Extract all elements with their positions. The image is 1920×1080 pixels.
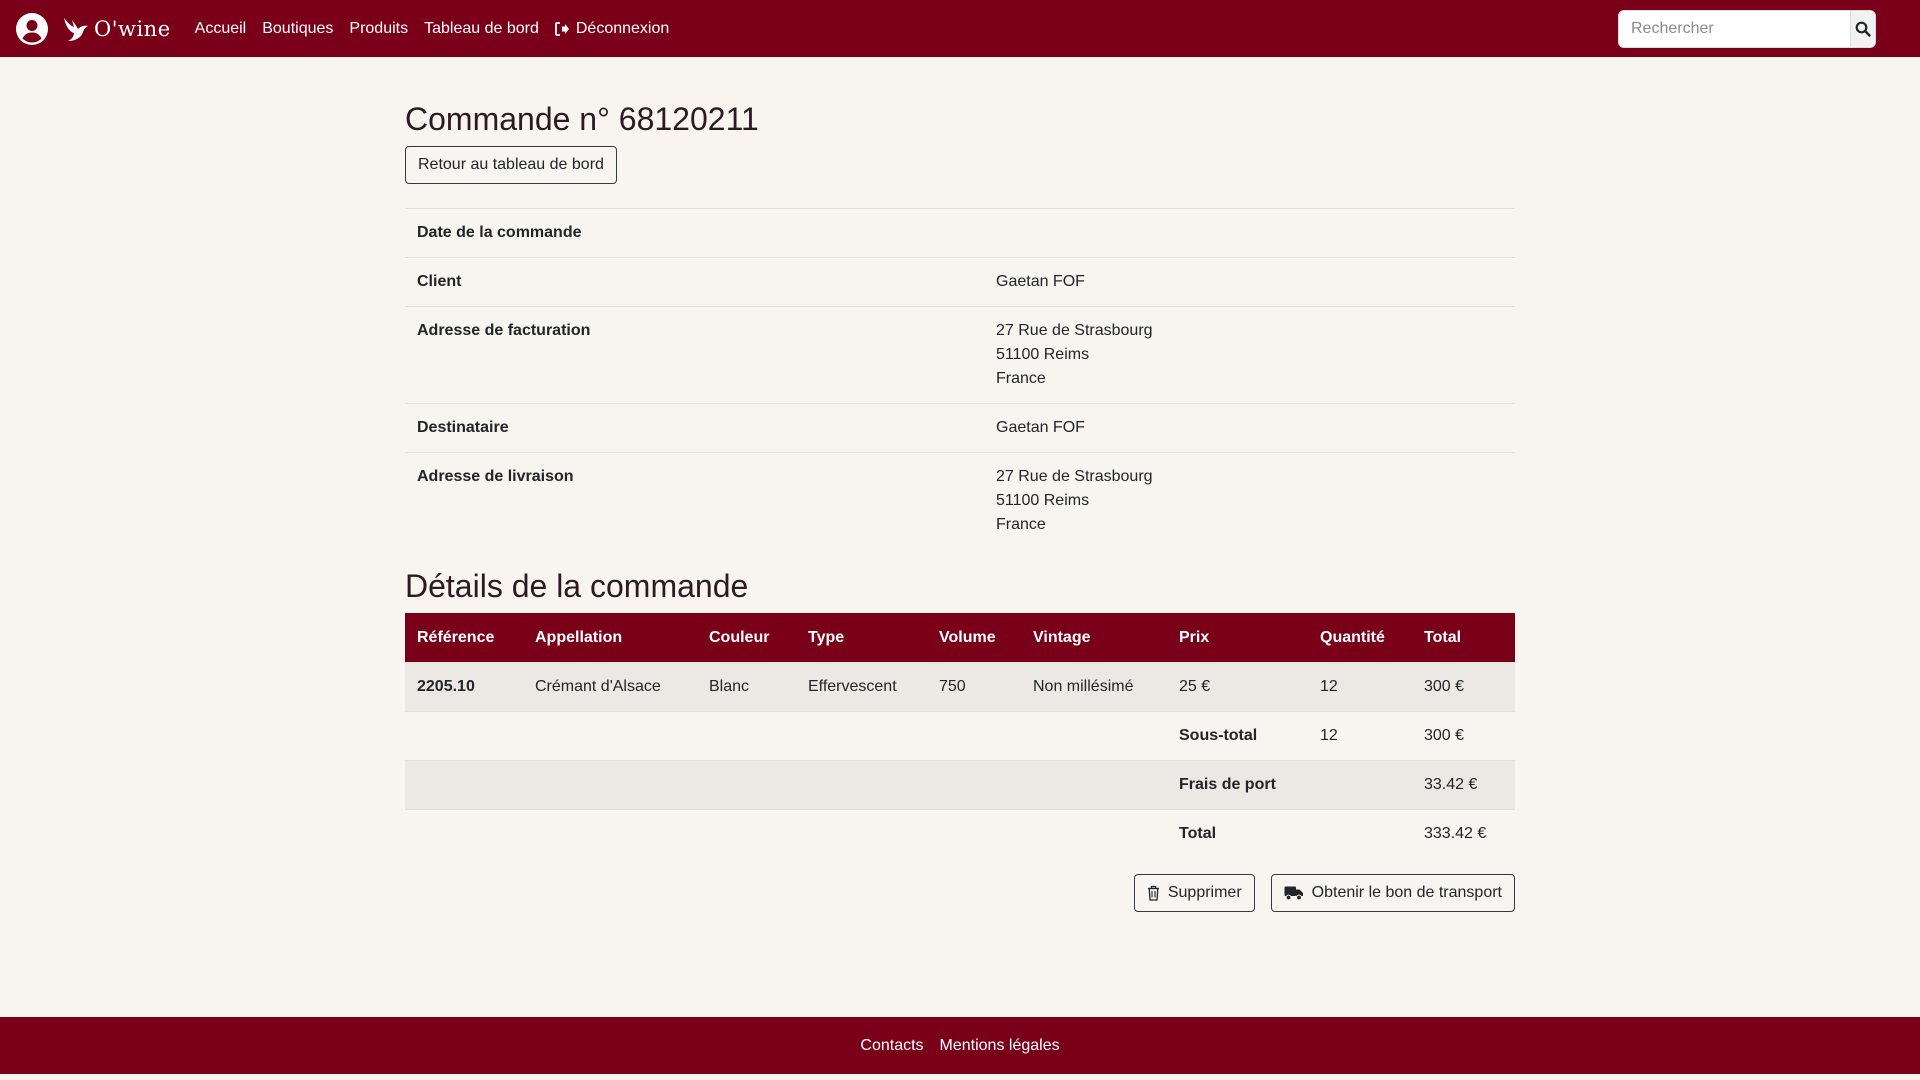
info-value: 27 Rue de Strasbourg 51100 Reims France xyxy=(984,306,1515,404)
info-row-recipient: Destinataire Gaetan FOF xyxy=(405,403,1515,453)
info-label: Adresse de facturation xyxy=(405,306,984,404)
info-row-client: Client Gaetan FOF xyxy=(405,257,1515,307)
subtotal-quantity: 12 xyxy=(1308,710,1412,761)
details-title: Détails de la commande xyxy=(405,568,749,604)
info-label: Date de la commande xyxy=(405,208,984,258)
column-header: Couleur xyxy=(697,613,796,663)
info-value-line: France xyxy=(996,370,1046,387)
cell-appellation: Crémant d'Alsace xyxy=(523,661,697,712)
nav-link-deconnexion-label: Déconnexion xyxy=(575,19,670,37)
shipping-label: Frais de port xyxy=(1167,759,1308,810)
trash-icon xyxy=(1147,886,1159,902)
footer-link-contacts[interactable]: Contacts xyxy=(860,1037,923,1055)
empty-cell xyxy=(1308,759,1412,810)
footer-link-mentions-legales[interactable]: Mentions légales xyxy=(940,1037,1060,1055)
column-header: Type xyxy=(796,613,927,663)
footer: Contacts Mentions légales xyxy=(0,1017,1920,1074)
page-title: Commande n° 68120211 xyxy=(405,101,759,137)
search-icon xyxy=(1855,21,1871,37)
info-value-line: Gaetan FOF xyxy=(996,273,1085,290)
subtotal-label: Sous-total xyxy=(1167,710,1308,761)
transport-slip-button[interactable]: Obtenir le bon de transport xyxy=(1270,874,1515,913)
column-header: Volume xyxy=(927,613,1021,663)
top-navbar: O'wine Accueil Boutiques Produits Tablea… xyxy=(0,0,1920,57)
cell-type: Effervescent xyxy=(796,661,927,712)
info-value-line: Gaetan FOF xyxy=(996,419,1085,436)
subtotal-row: Sous-total 12 300 € xyxy=(405,710,1515,761)
info-label: Adresse de livraison xyxy=(405,452,984,549)
grand-total-label: Total xyxy=(1167,808,1308,859)
info-value: Gaetan FOF xyxy=(984,257,1515,307)
info-label: Destinataire xyxy=(405,403,984,453)
grand-total-row: Total 333.42 € xyxy=(405,808,1515,859)
nav-link-deconnexion[interactable]: Déconnexion xyxy=(554,19,670,38)
column-header: Appellation xyxy=(523,613,697,663)
search-input[interactable] xyxy=(1619,11,1850,47)
truck-icon xyxy=(1284,886,1303,901)
order-info-table: Date de la commande Client Gaetan FOF Ad… xyxy=(405,208,1515,549)
column-header: Référence xyxy=(405,613,523,663)
nav-link-boutiques[interactable]: Boutiques xyxy=(262,20,333,38)
cell-vintage: Non millésimé xyxy=(1021,661,1167,712)
search-button[interactable] xyxy=(1850,11,1875,47)
info-value-line: 27 Rue de Strasbourg xyxy=(996,468,1153,485)
cell-total: 300 € xyxy=(1412,661,1515,712)
info-row-date: Date de la commande xyxy=(405,208,1515,258)
details-header-row: Référence Appellation Couleur Type Volum… xyxy=(405,613,1515,663)
bird-logo-icon xyxy=(64,17,88,41)
cell-quantite: 12 xyxy=(1308,661,1412,712)
info-value: 27 Rue de Strasbourg 51100 Reims France xyxy=(984,452,1515,549)
delete-button[interactable]: Supprimer xyxy=(1133,874,1255,913)
home-logo[interactable]: O'wine xyxy=(62,14,171,44)
shipping-row: Frais de port 33.42 € xyxy=(405,759,1515,810)
table-row: 2205.10 Crémant d'Alsace Blanc Effervesc… xyxy=(405,661,1515,712)
logo-text: O'wine xyxy=(94,16,171,41)
nav-link-produits[interactable]: Produits xyxy=(349,20,408,38)
info-row-shipping-address: Adresse de livraison 27 Rue de Strasbour… xyxy=(405,452,1515,549)
column-header: Prix xyxy=(1167,613,1308,663)
info-value-line: 51100 Reims xyxy=(996,346,1090,363)
info-value xyxy=(984,208,1515,258)
info-value: Gaetan FOF xyxy=(984,403,1515,453)
info-label: Client xyxy=(405,257,984,307)
cell-couleur: Blanc xyxy=(697,661,796,712)
column-header: Total xyxy=(1412,613,1515,663)
empty-cell xyxy=(405,759,1167,810)
order-details-table: Référence Appellation Couleur Type Volum… xyxy=(405,613,1515,859)
nav-links: Accueil Boutiques Produits Tableau de bo… xyxy=(195,20,670,38)
cell-volume: 750 xyxy=(927,661,1021,712)
info-row-billing-address: Adresse de facturation 27 Rue de Strasbo… xyxy=(405,306,1515,404)
delete-button-label: Supprimer xyxy=(1167,884,1242,902)
shipping-total: 33.42 € xyxy=(1412,759,1515,810)
nav-link-accueil[interactable]: Accueil xyxy=(195,20,247,38)
cell-reference: 2205.10 xyxy=(405,661,523,712)
brand: O'wine xyxy=(16,12,171,45)
transport-slip-button-label: Obtenir le bon de transport xyxy=(1311,884,1502,902)
order-actions: Supprimer Obtenir le bon de transport xyxy=(405,874,1515,913)
info-value-line: France xyxy=(996,516,1046,533)
empty-cell xyxy=(1308,808,1412,859)
info-value-line: 27 Rue de Strasbourg xyxy=(996,322,1153,339)
column-header: Quantité xyxy=(1308,613,1412,663)
search-group xyxy=(1618,10,1876,48)
column-header: Vintage xyxy=(1021,613,1167,663)
grand-total-value: 333.42 € xyxy=(1412,808,1515,859)
user-avatar-icon[interactable] xyxy=(16,12,48,45)
sign-out-icon xyxy=(554,21,569,36)
empty-cell xyxy=(405,808,1167,859)
cell-prix: 25 € xyxy=(1167,661,1308,712)
main-content: Commande n° 68120211 Retour au tableau d… xyxy=(405,100,1515,913)
subtotal-total: 300 € xyxy=(1412,710,1515,761)
info-value-line: 51100 Reims xyxy=(996,492,1090,509)
back-to-dashboard-button[interactable]: Retour au tableau de bord xyxy=(405,146,617,184)
empty-cell xyxy=(405,710,1167,761)
nav-link-tableau-de-bord[interactable]: Tableau de bord xyxy=(424,20,539,38)
